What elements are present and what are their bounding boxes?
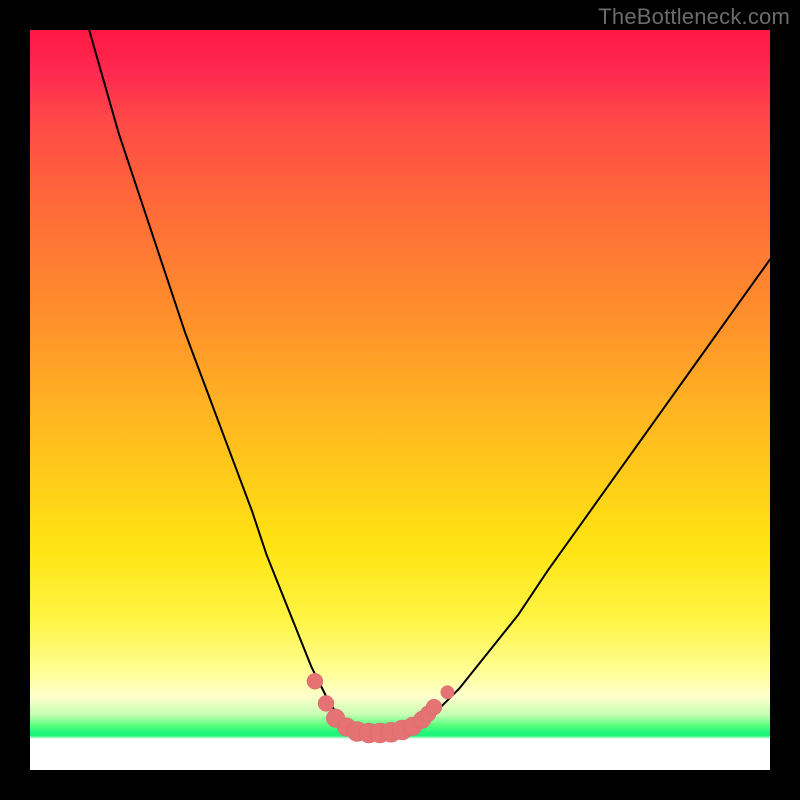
- plot-area: [30, 30, 770, 770]
- curve-marker: [318, 695, 334, 711]
- curve-marker: [441, 686, 454, 699]
- curve-marker: [307, 673, 323, 689]
- watermark-text: TheBottleneck.com: [598, 4, 790, 30]
- chart-frame: TheBottleneck.com: [0, 0, 800, 800]
- bottleneck-curve: [89, 30, 770, 733]
- chart-svg: [30, 30, 770, 770]
- curve-markers: [307, 673, 454, 743]
- curve-marker: [426, 699, 442, 715]
